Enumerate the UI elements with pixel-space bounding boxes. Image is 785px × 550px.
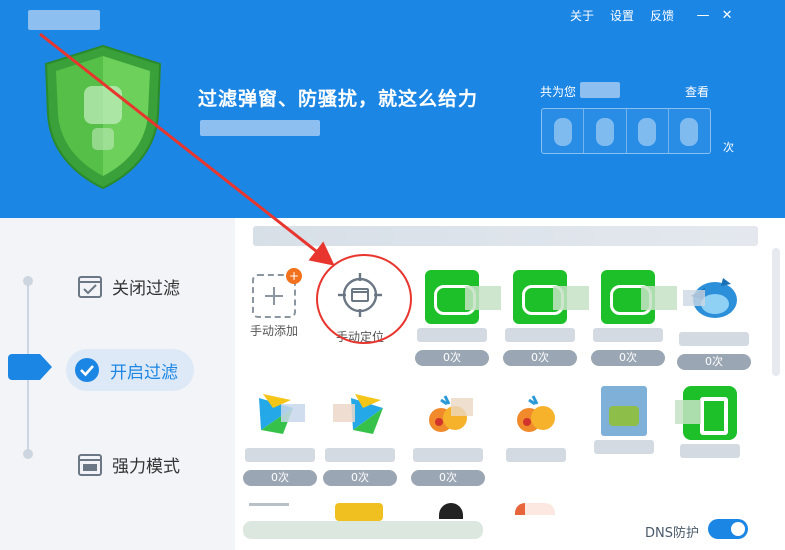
recycle-bin-icon <box>601 386 647 436</box>
app-name-blur <box>245 448 315 462</box>
block-count-badge: 0次 <box>503 350 577 366</box>
fruit-game-icon <box>429 395 473 432</box>
app-name-blur <box>505 328 575 342</box>
about-link[interactable]: 关于 <box>570 7 594 24</box>
bird-app-icon <box>683 278 737 318</box>
app-tile[interactable]: 0次 <box>241 386 319 486</box>
check-circle-icon <box>74 357 100 383</box>
partial-icon <box>335 503 383 521</box>
blur-patch <box>675 400 701 424</box>
crosshair-icon <box>338 273 382 317</box>
header-banner: 关于 设置 反馈 — ✕ 过滤弹窗、防骚扰，就这么给力 共为您 查看 次 <box>0 0 785 218</box>
mode-on[interactable]: 开启过滤 <box>66 349 194 391</box>
mode-strong[interactable]: 强力模式 <box>78 452 180 477</box>
add-icon: + <box>252 268 302 318</box>
close-button[interactable]: ✕ <box>716 8 738 23</box>
count-unit: 次 <box>723 141 734 154</box>
blur-patch <box>553 286 589 310</box>
mode-panel: 关闭过滤 开启过滤 强力模式 <box>0 218 235 550</box>
manual-locate-tile[interactable]: 手动定位 <box>321 270 399 345</box>
app-name-blur <box>325 448 395 462</box>
rule-grid-panel: + 手动添加 手动定位 0次 0次 0次 0次 0次 0次 0次 DNS防护 <box>235 218 785 550</box>
feedback-link[interactable]: 反馈 <box>650 7 674 24</box>
mode-off-label: 关闭过滤 <box>112 279 180 299</box>
block-count-badge: 0次 <box>415 350 489 366</box>
notice-bar <box>253 226 758 246</box>
partial-icon <box>249 503 289 506</box>
blur-patch <box>641 286 677 310</box>
blur-patch <box>465 286 501 310</box>
count-label-blur <box>580 82 620 98</box>
shield-icon <box>44 44 162 190</box>
video-app-icon <box>259 394 305 434</box>
app-name-blur <box>593 328 663 342</box>
block-count-badge: 0次 <box>591 350 665 366</box>
logo-blur <box>28 10 100 30</box>
subtitle-blur <box>200 120 320 136</box>
app-tile[interactable] <box>497 386 575 466</box>
mode-dot <box>23 276 33 286</box>
app-name-blur <box>594 440 654 454</box>
fruit-game-icon <box>517 395 555 432</box>
dns-protection-toggle[interactable] <box>708 519 748 539</box>
app-tile[interactable] <box>671 386 749 462</box>
app-name-blur <box>417 328 487 342</box>
app-name-blur <box>413 448 483 462</box>
mode-on-label: 开启过滤 <box>110 362 178 383</box>
mode-slider-handle[interactable] <box>8 354 52 380</box>
block-count-badge: 0次 <box>323 470 397 486</box>
app-tile[interactable] <box>585 386 663 458</box>
minimize-button[interactable]: — <box>692 8 714 23</box>
app-tile[interactable]: 0次 <box>409 386 487 486</box>
settings-link[interactable]: 设置 <box>610 7 634 24</box>
partial-icon <box>439 503 463 519</box>
video-app-icon <box>333 394 383 434</box>
app-name-blur <box>680 444 740 458</box>
app-tile[interactable]: 0次 <box>321 386 399 486</box>
dns-protection-label: DNS防护 <box>645 526 699 541</box>
window-toolbar: 关于 设置 反馈 — ✕ <box>570 7 738 24</box>
scrollbar[interactable] <box>772 248 780 376</box>
block-count-badge: 0次 <box>411 470 485 486</box>
mode-off[interactable]: 关闭过滤 <box>78 274 180 299</box>
app-tile[interactable]: 0次 <box>413 270 491 366</box>
app-tile[interactable]: 0次 <box>501 270 579 366</box>
view-stats-link[interactable]: 查看 <box>685 83 709 100</box>
counter-digit <box>669 109 710 153</box>
app-name-blur <box>679 332 749 346</box>
status-blur <box>243 521 483 539</box>
app-name-blur <box>506 448 566 462</box>
window-icon <box>78 453 102 476</box>
blur-patch <box>525 468 765 518</box>
manual-add-tile[interactable]: + 手动添加 <box>235 268 313 339</box>
count-label: 共为您 <box>540 85 577 99</box>
mode-dot <box>23 449 33 459</box>
mode-strong-label: 强力模式 <box>112 457 180 477</box>
app-tile[interactable]: 0次 <box>589 270 667 366</box>
block-count-badge: 0次 <box>243 470 317 486</box>
app-tile[interactable]: 0次 <box>675 270 753 370</box>
block-counter <box>541 108 711 154</box>
checkbox-icon <box>78 275 102 298</box>
hero-slogan: 过滤弹窗、防骚扰，就这么给力 <box>198 88 479 110</box>
manual-add-label: 手动添加 <box>249 324 298 338</box>
manual-locate-label: 手动定位 <box>335 330 384 344</box>
counter-digit <box>627 109 669 153</box>
block-count-badge: 0次 <box>677 354 751 370</box>
counter-digit <box>584 109 627 153</box>
counter-digit <box>542 109 585 153</box>
